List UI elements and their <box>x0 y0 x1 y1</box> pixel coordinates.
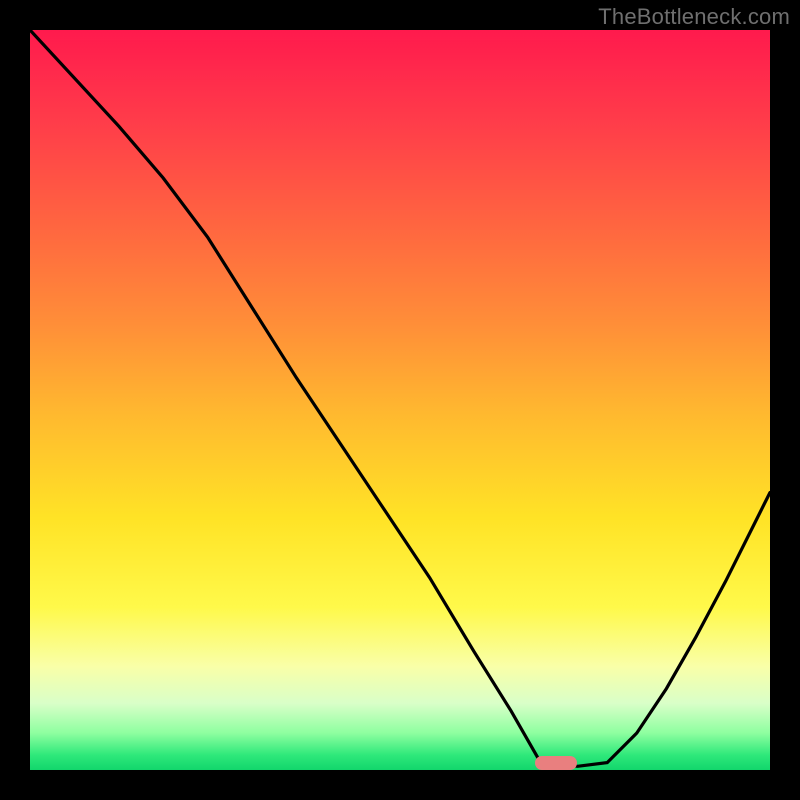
watermark-text: TheBottleneck.com <box>598 4 790 30</box>
bottleneck-curve <box>30 30 770 770</box>
chart-frame: TheBottleneck.com <box>0 0 800 800</box>
optimum-marker <box>535 756 576 770</box>
plot-area <box>30 30 770 770</box>
